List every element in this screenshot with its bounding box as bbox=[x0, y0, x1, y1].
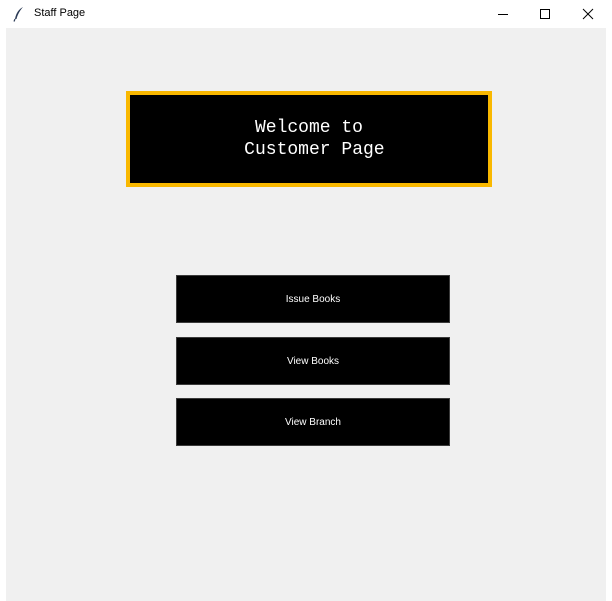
issue-books-button[interactable]: Issue Books bbox=[176, 275, 450, 323]
maximize-button[interactable] bbox=[525, 0, 565, 28]
title-bar[interactable]: Staff Page bbox=[0, 0, 612, 28]
window-client-area: Welcome to Customer Page Issue Books Vie… bbox=[6, 28, 606, 601]
window-title: Staff Page bbox=[34, 7, 86, 19]
view-books-label: View Books bbox=[286, 355, 340, 367]
welcome-banner: Welcome to Customer Page bbox=[126, 91, 492, 187]
view-books-button[interactable]: View Books bbox=[176, 337, 450, 385]
welcome-text: Welcome to Customer Page bbox=[244, 118, 385, 160]
issue-books-label: Issue Books bbox=[285, 293, 341, 305]
minimize-button[interactable] bbox=[483, 0, 523, 28]
view-branch-label: View Branch bbox=[285, 416, 341, 428]
maximize-icon bbox=[539, 5, 551, 24]
app-window: Staff Page Welcome to Customer Page Issu… bbox=[0, 0, 612, 601]
feather-icon bbox=[12, 6, 26, 22]
minimize-icon bbox=[497, 5, 509, 24]
close-icon bbox=[582, 5, 594, 24]
view-branch-button[interactable]: View Branch bbox=[176, 398, 450, 446]
close-button[interactable] bbox=[568, 0, 608, 28]
